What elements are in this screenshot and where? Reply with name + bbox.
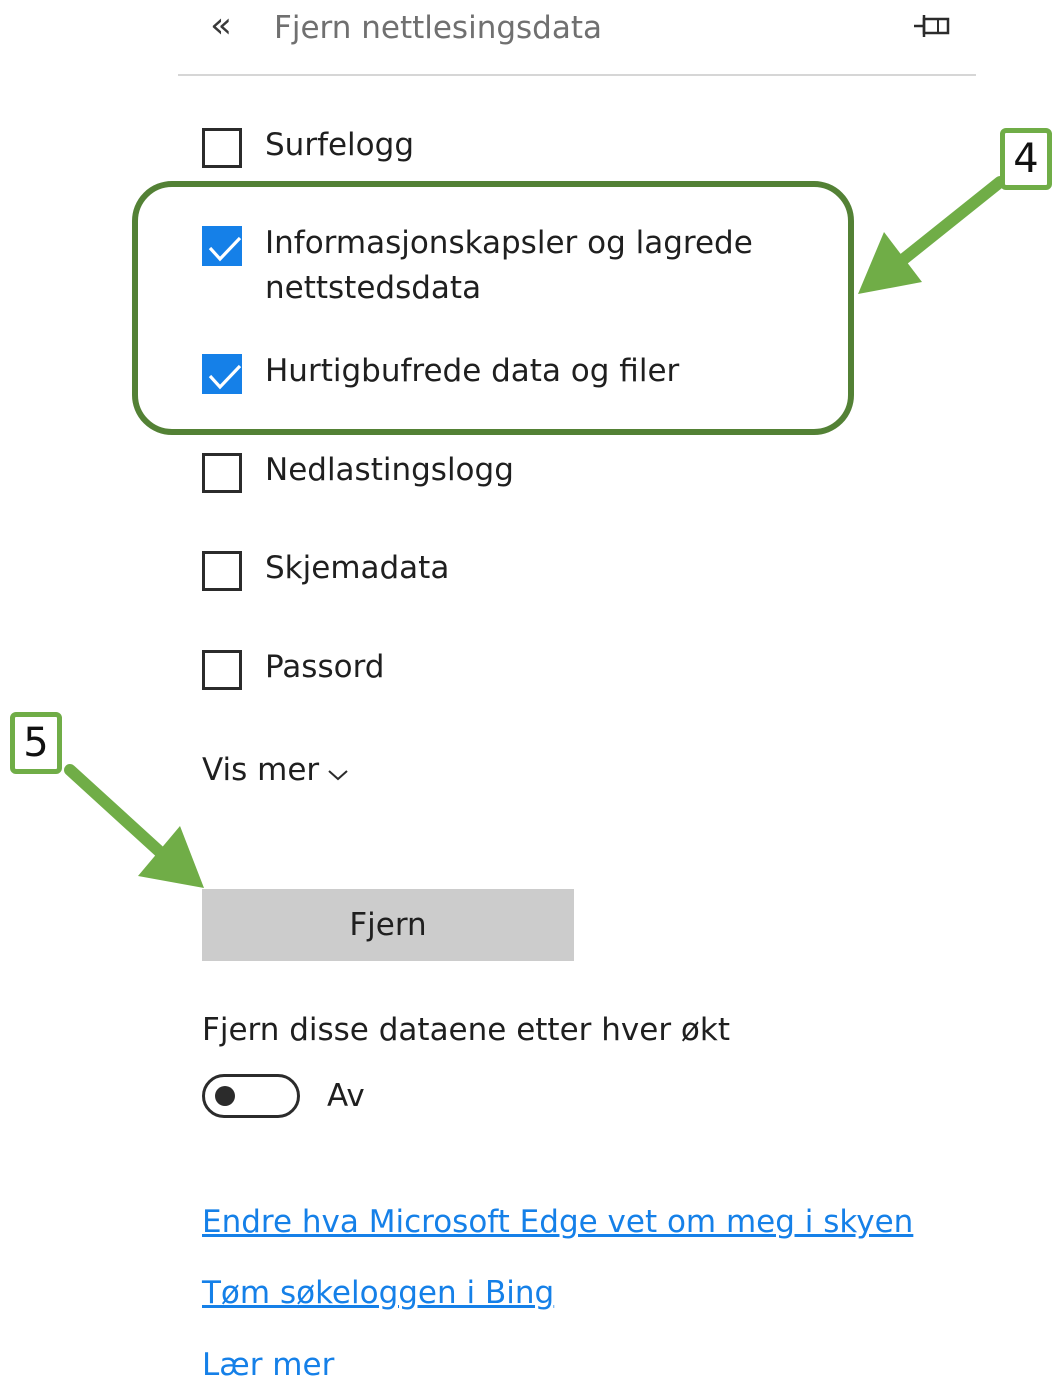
link-bing-history[interactable]: Tøm søkeloggen i Bing [202, 1271, 554, 1315]
option-download-history[interactable]: Nedlastingslogg [202, 451, 785, 493]
step-4-badge: 4 [1000, 128, 1052, 190]
checkbox-unchecked[interactable] [202, 551, 242, 591]
clear-on-exit-label: Fjern disse dataene etter hver økt [202, 1012, 730, 1048]
toggle-knob [215, 1086, 235, 1106]
highlight-box [132, 181, 854, 435]
clear-on-exit-toggle[interactable] [202, 1074, 300, 1118]
option-label: Passord [265, 649, 385, 685]
checkbox-unchecked[interactable] [202, 650, 242, 690]
option-label: Surfelogg [265, 127, 414, 163]
option-surfelogg[interactable]: Surfelogg [202, 126, 785, 168]
checkbox-unchecked[interactable] [202, 453, 242, 493]
clear-button[interactable]: Fjern [202, 889, 574, 961]
checkbox-unchecked[interactable] [202, 128, 242, 168]
option-label: Skjemadata [265, 550, 450, 586]
toggle-state-label: Av [327, 1078, 365, 1114]
option-passwords[interactable]: Passord [202, 648, 785, 690]
link-edge-cloud[interactable]: Endre hva Microsoft Edge vet om meg i sk… [202, 1200, 913, 1244]
pin-icon[interactable] [912, 10, 954, 42]
option-label: Nedlastingslogg [265, 452, 514, 488]
chevron-down-icon [327, 750, 349, 794]
panel-header: « Fjern nettlesingsdata [178, 0, 976, 76]
show-more-label: Vis mer [202, 752, 320, 788]
double-chevron-left-icon[interactable]: « [210, 6, 232, 46]
step-5-badge: 5 [10, 712, 62, 774]
link-learn-more[interactable]: Lær mer [202, 1343, 334, 1387]
panel-title: Fjern nettlesingsdata [274, 10, 602, 46]
option-form-data[interactable]: Skjemadata [202, 549, 785, 591]
show-more-link[interactable]: Vis mer [202, 748, 349, 794]
